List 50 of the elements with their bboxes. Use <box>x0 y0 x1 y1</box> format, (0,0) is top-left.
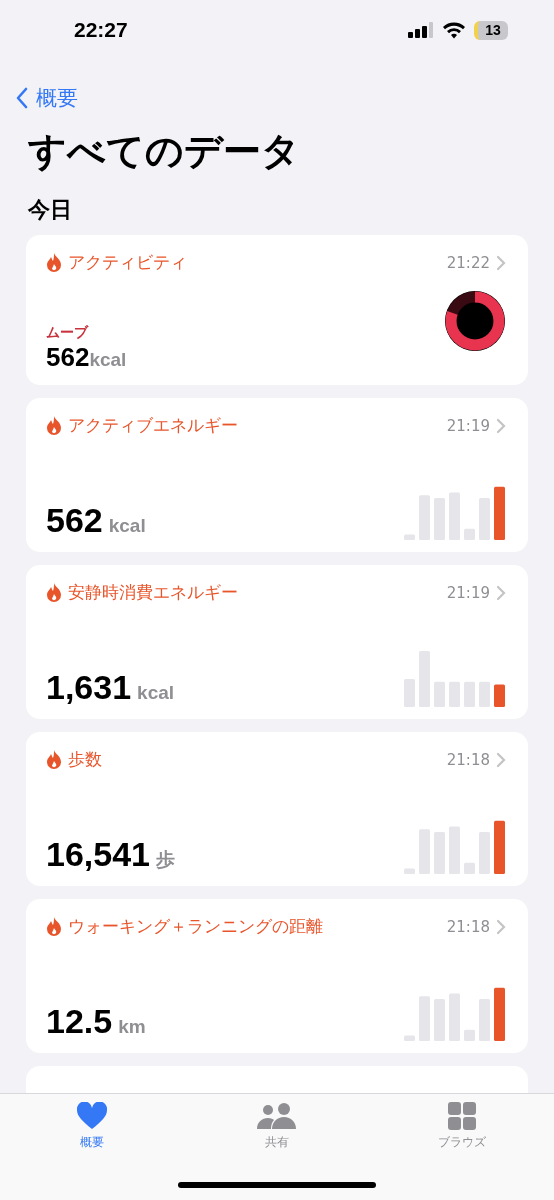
metric-value: 562 <box>46 501 103 540</box>
flame-icon <box>46 916 62 937</box>
flame-icon <box>46 749 62 770</box>
metric-value: 12.5 <box>46 1002 113 1041</box>
card-title: 安静時消費エネルギー <box>68 581 239 604</box>
chevron-icon <box>496 918 506 935</box>
data-card[interactable]: 安静時消費エネルギー 21:19 1,631 kcal <box>26 565 528 719</box>
status-time: 22:27 <box>74 18 128 42</box>
data-card[interactable]: アクティブエネルギー 21:19 562 kcal <box>26 398 528 552</box>
metric-unit: kcal <box>137 682 175 704</box>
data-card[interactable]: ウォーキング＋ランニングの距離 21:18 12.5 km <box>26 899 528 1053</box>
section-heading: 今日 <box>28 196 73 224</box>
data-card[interactable]: アクティビティ 21:22 ムーブ 562kcal <box>26 235 528 385</box>
data-card[interactable]: 歩数 21:18 16,541 歩 <box>26 732 528 886</box>
metric-label: ムーブ <box>46 324 90 342</box>
flame-icon <box>46 415 62 436</box>
card-title: アクティビティ <box>68 251 188 274</box>
metric-unit: kcal <box>89 349 127 371</box>
back-label: 概要 <box>36 85 78 112</box>
chevron-icon <box>496 417 506 434</box>
battery-indicator: 13 <box>474 20 508 40</box>
wifi-icon <box>442 21 466 39</box>
chevron-icon <box>496 751 506 768</box>
card-time: 21:18 <box>446 750 490 769</box>
metric-unit: kcal <box>108 515 146 537</box>
card-time: 21:18 <box>446 917 490 936</box>
metric-value: 1,631 <box>46 668 132 707</box>
tab-button[interactable]: 概要 <box>37 1102 148 1158</box>
card-time: 21:22 <box>446 253 490 272</box>
chevron-icon <box>496 584 506 601</box>
chevron-icon <box>496 254 506 271</box>
signal-icon <box>408 22 434 38</box>
card-title: 歩数 <box>68 748 103 771</box>
grid-icon <box>447 1102 476 1130</box>
flame-icon <box>46 582 62 603</box>
page-title: すべてのデータ <box>28 128 301 175</box>
card-time: 21:19 <box>446 416 490 435</box>
card-title: アクティブエネルギー <box>68 414 239 437</box>
card-time: 21:19 <box>446 583 490 602</box>
flame-icon <box>46 252 62 273</box>
back-chevron-icon <box>16 87 28 109</box>
metric-unit: km <box>118 1016 146 1038</box>
activity-ring <box>444 289 506 352</box>
heart-icon <box>77 1102 108 1130</box>
back-link[interactable]: 概要 <box>16 84 78 112</box>
metric-value: 562 <box>46 342 90 373</box>
metric-value: 16,541 <box>46 835 150 874</box>
people-icon <box>257 1102 297 1130</box>
card-title: ウォーキング＋ランニングの距離 <box>68 915 324 938</box>
metric-unit: 歩 <box>156 848 175 872</box>
